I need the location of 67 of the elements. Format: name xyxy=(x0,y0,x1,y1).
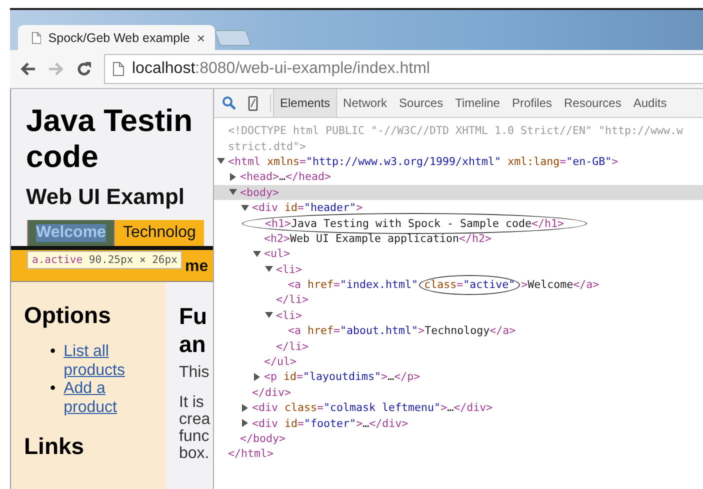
expanded-arrow-icon[interactable] xyxy=(229,188,237,196)
tab-title: Spock/Geb Web example xyxy=(48,30,190,44)
back-icon[interactable] xyxy=(20,62,36,76)
page-icon xyxy=(113,62,124,76)
intro-text: This xyxy=(179,364,210,382)
devtools-tab[interactable]: Resources xyxy=(558,89,628,117)
code-line: <p id="layoutdims">…</p> xyxy=(264,370,420,384)
devtools-tab[interactable]: Profiles xyxy=(506,89,558,117)
code-line: <div id="footer">…</div> xyxy=(252,416,408,430)
sidebar-link[interactable]: Add a product xyxy=(64,380,136,417)
page-icon xyxy=(32,30,42,44)
inspect-tooltip: a.active 90.25px × 26px xyxy=(27,251,182,269)
bullet: • xyxy=(50,380,56,398)
collapsed-arrow-icon[interactable] xyxy=(241,404,249,412)
code-line: <li> xyxy=(276,308,302,322)
expanded-arrow-icon[interactable] xyxy=(265,311,273,320)
code-line: <head>…</head> xyxy=(240,170,332,184)
paragraph-text: box. xyxy=(179,445,210,462)
nav-link[interactable]: Technolog xyxy=(114,220,204,246)
sidebar-heading: Options xyxy=(24,302,112,329)
collapsed-arrow-icon[interactable] xyxy=(253,372,261,381)
code-line: <h2>Web UI Example application</h2> xyxy=(264,232,492,245)
current-page-text: me xyxy=(185,258,208,276)
code-line: </div> xyxy=(252,386,292,399)
page-title: Java Testin xyxy=(26,103,194,139)
code-line: </body> xyxy=(240,432,286,445)
code-line: <li> xyxy=(276,262,302,276)
page-title: code xyxy=(26,139,100,175)
code-line: <div class="colmask leftmenu">…</div> xyxy=(252,401,493,414)
expanded-arrow-icon[interactable] xyxy=(241,204,249,212)
expanded-arrow-icon[interactable] xyxy=(253,250,261,258)
paragraph-text: It is xyxy=(179,394,205,411)
code-line: </ul> xyxy=(264,355,297,368)
code-line: </li> xyxy=(276,340,309,353)
sidebar-heading: Links xyxy=(24,433,86,460)
search-icon[interactable] xyxy=(222,96,236,110)
paragraph-text: func xyxy=(179,428,210,445)
code-line: <body> xyxy=(240,186,280,199)
code-line: <!DOCTYPE html PUBLIC "-//W3C//DTD XHTML 1.0 Strict//EN" "http://www.w xyxy=(228,124,684,138)
close-icon[interactable]: × xyxy=(196,30,205,46)
collapsed-arrow-icon[interactable] xyxy=(241,419,249,428)
code-line: </li> xyxy=(276,293,309,306)
expanded-arrow-icon[interactable] xyxy=(217,157,225,166)
devtools-tab[interactable]: Timeline xyxy=(449,89,506,117)
code-line: <a href="about.html">Technology</a> xyxy=(288,324,516,338)
devtools-tab[interactable]: Sources xyxy=(393,89,450,117)
address-bar[interactable]: localhost:8080/web-ui-example/index.html xyxy=(104,54,703,84)
code-line: <ul> xyxy=(264,247,290,260)
sidebar-link[interactable]: List all products xyxy=(64,343,136,380)
devtools-tab[interactable]: Audits xyxy=(627,89,673,117)
devtools-tab[interactable]: Elements xyxy=(273,89,338,117)
main-heading: an xyxy=(179,330,207,358)
url-text: localhost:8080/web-ui-example/index.html xyxy=(132,60,430,78)
code-line: <html xmlns="http://www.w3.org/1999/xhtml" xml:lang="en-GB"> xyxy=(228,154,618,168)
collapsed-arrow-icon[interactable] xyxy=(229,172,237,181)
reload-icon[interactable] xyxy=(76,61,92,77)
expanded-arrow-icon[interactable] xyxy=(265,265,273,274)
paragraph-text: crea xyxy=(179,411,210,428)
mobile-device-icon[interactable] xyxy=(248,96,258,110)
bullet: • xyxy=(50,343,56,362)
code-line: strict.dtd"> xyxy=(228,140,306,153)
main-heading: Fu xyxy=(179,302,208,330)
browser-tab[interactable]: Spock/Geb Web example × xyxy=(18,25,215,50)
code-line: <div id="header"> xyxy=(252,201,363,214)
page-subtitle: Web UI Exampl xyxy=(25,183,186,210)
devtools-tab[interactable]: Network xyxy=(337,89,394,117)
code-line: </html> xyxy=(228,447,274,460)
